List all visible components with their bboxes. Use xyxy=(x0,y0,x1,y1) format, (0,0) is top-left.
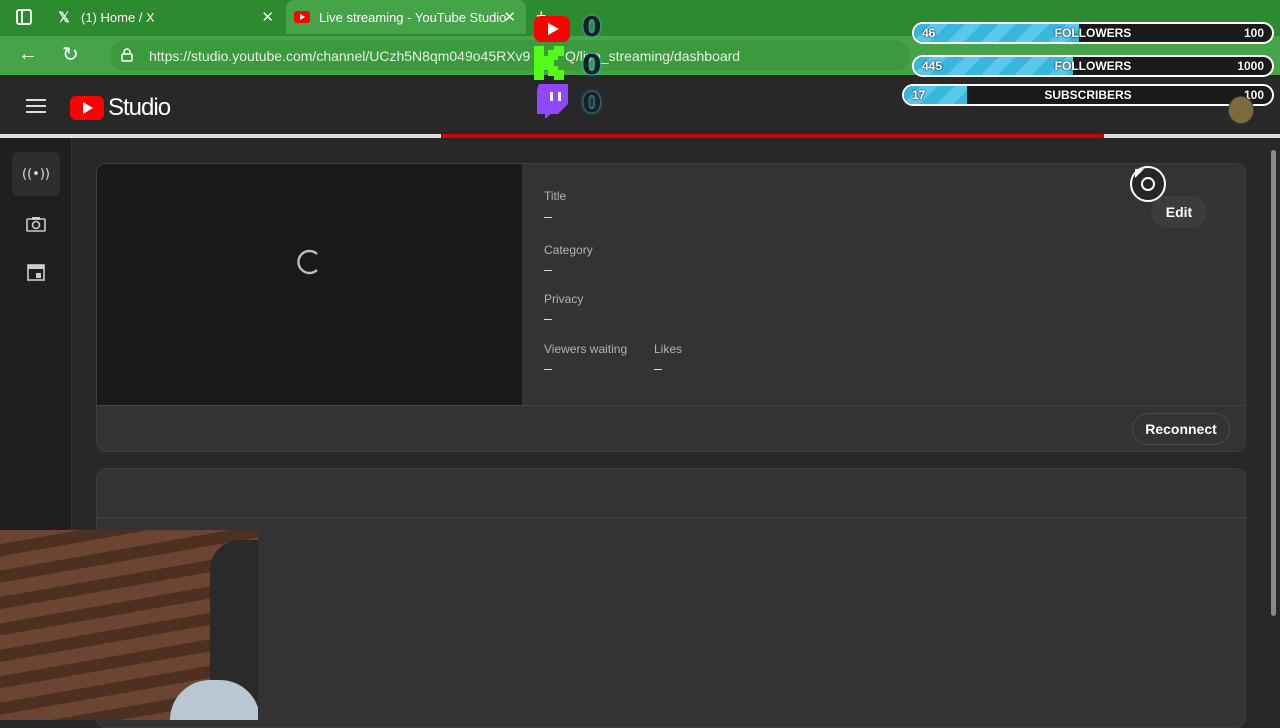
privacy-value: – xyxy=(544,310,552,326)
category-value: – xyxy=(544,261,552,277)
tab-actions-icon[interactable] xyxy=(16,9,32,25)
youtube-logo-icon xyxy=(70,96,104,120)
tab-x-home[interactable]: 𝕏 (1) Home / X ✕ xyxy=(48,0,284,34)
youtube-icon xyxy=(534,16,570,42)
close-tab-icon[interactable]: ✕ xyxy=(261,8,274,26)
stream-preview xyxy=(97,164,522,405)
category-label: Category xyxy=(544,243,593,257)
goal-label: SUBSCRIBERS xyxy=(1044,88,1132,102)
sidebar-item-stream[interactable]: ((•)) xyxy=(12,152,60,196)
edit-button[interactable]: Edit xyxy=(1151,196,1207,228)
reload-icon[interactable]: ↻ xyxy=(62,42,79,67)
tab-title: (1) Home / X xyxy=(81,9,155,25)
youtube-icon xyxy=(294,9,310,25)
goal-label: FOLLOWERS xyxy=(1054,59,1132,73)
analytics-card xyxy=(96,468,1247,728)
sidebar-item-webcam[interactable] xyxy=(12,202,60,246)
logo-text: Studio xyxy=(108,94,171,121)
loading-progress-bar xyxy=(441,134,1104,138)
site-info-icon[interactable] xyxy=(120,48,134,62)
menu-icon[interactable] xyxy=(26,99,46,113)
x-logo-icon: 𝕏 xyxy=(58,8,70,25)
tab-title: Live streaming - YouTube Studio xyxy=(319,9,507,25)
calendar-icon xyxy=(27,264,45,281)
reconnect-button[interactable]: Reconnect xyxy=(1132,413,1230,445)
mouse-cursor-icon xyxy=(1130,166,1166,202)
url-text: https://studio.youtube.com/channel/UCzh5… xyxy=(149,47,531,64)
back-arrow-icon[interactable]: ← xyxy=(18,43,38,66)
goal-target: 100 xyxy=(1243,26,1264,40)
kick-icon xyxy=(534,46,564,80)
address-bar[interactable]: https://studio.youtube.com/channel/UCzh5… xyxy=(110,40,910,71)
goal-label: FOLLOWERS xyxy=(1054,26,1132,40)
goal-bar-followers-1: FOLLOWERS 46 100 xyxy=(912,22,1274,44)
youtube-count: 0 xyxy=(582,10,602,43)
twitch-icon xyxy=(537,84,568,118)
tab-youtube-studio[interactable]: Live streaming - YouTube Studio ✕ xyxy=(286,0,526,34)
live-broadcast-icon: ((•)) xyxy=(22,166,50,182)
camera-icon xyxy=(26,217,46,232)
viewers-waiting-label: Viewers waiting xyxy=(544,342,628,356)
likes-label: Likes xyxy=(654,342,683,356)
title-label: Title xyxy=(544,189,567,203)
stream-details-card: Title – Category – Privacy – Viewers wai… xyxy=(96,163,1246,452)
goal-current: 445 xyxy=(922,59,943,73)
avatar xyxy=(1228,96,1254,124)
goal-bar-subscribers: SUBSCRIBERS 17 100 xyxy=(902,84,1274,106)
viewers-waiting-value: – xyxy=(544,360,552,376)
goal-current: 17 xyxy=(912,88,926,102)
page-scrollbar[interactable] xyxy=(1271,150,1276,616)
goal-bar-followers-2: FOLLOWERS 445 1000 xyxy=(912,55,1274,77)
webcam-overlay xyxy=(0,530,258,720)
close-tab-icon[interactable]: ✕ xyxy=(503,8,516,26)
goal-current: 46 xyxy=(922,26,936,40)
platform-counters-overlay: 0 0 0 xyxy=(534,10,614,124)
divider xyxy=(97,517,1247,518)
likes-value: – xyxy=(654,360,662,376)
twitch-count: 0 xyxy=(582,86,602,119)
studio-logo[interactable]: Studio xyxy=(70,94,171,122)
sidebar-item-manage[interactable] xyxy=(12,250,60,294)
privacy-label: Privacy xyxy=(544,292,584,306)
goal-target: 1000 xyxy=(1237,59,1264,73)
kick-count: 0 xyxy=(582,48,602,81)
loading-spinner-icon xyxy=(297,249,318,275)
divider xyxy=(97,405,1245,406)
title-value: – xyxy=(544,208,552,224)
